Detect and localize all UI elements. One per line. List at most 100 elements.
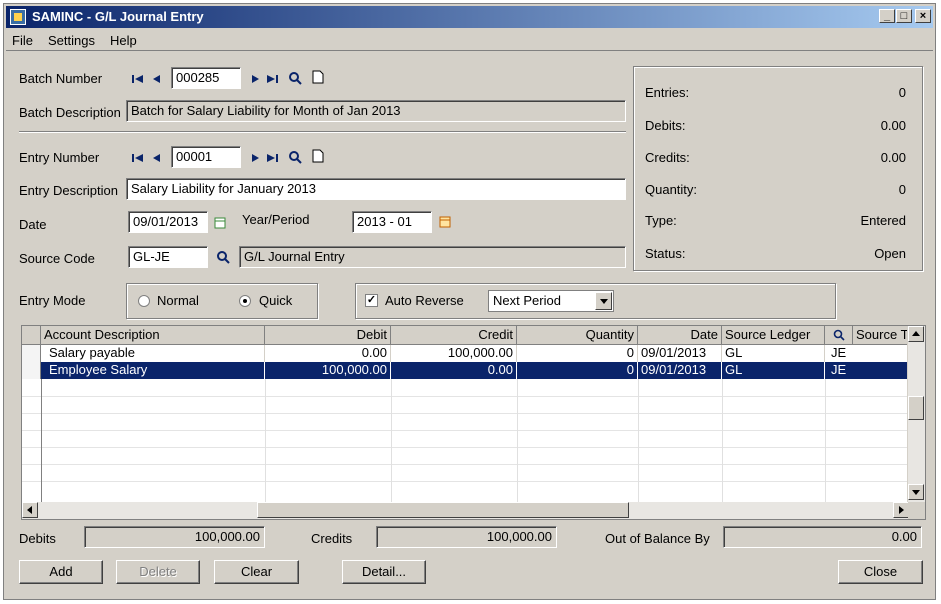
cell-ledger: GL	[722, 362, 825, 379]
quick-radio[interactable]	[239, 295, 251, 307]
last-batch-icon[interactable]	[265, 73, 279, 88]
previous-batch-icon[interactable]	[152, 73, 162, 88]
journal-details-grid[interactable]: Account Description Debit Credit Quantit…	[21, 325, 926, 520]
first-entry-icon[interactable]	[131, 152, 145, 167]
auto-reverse-checkbox[interactable]: ✓	[365, 294, 378, 307]
grid-vline	[41, 379, 42, 502]
grid-line	[22, 396, 909, 397]
grid-vline	[265, 379, 266, 502]
cell-date: 09/01/2013	[638, 345, 722, 362]
period-calendar-icon[interactable]	[439, 216, 451, 231]
row-header-corner	[22, 326, 41, 345]
entry-mode-label: Entry Mode	[19, 293, 86, 308]
type-label: Type:	[645, 213, 677, 228]
year-period-input[interactable]: 2013 - 01	[352, 211, 432, 233]
table-row[interactable]: Salary payable 0.00 100,000.00 0 09/01/2…	[22, 345, 909, 362]
calendar-icon[interactable]	[214, 217, 226, 232]
last-entry-icon[interactable]	[265, 152, 279, 167]
detail-button[interactable]: Detail...	[342, 560, 426, 584]
close-button[interactable]: Close	[838, 560, 923, 584]
scroll-up-icon[interactable]	[908, 326, 924, 342]
batch-description-field: Batch for Salary Liability for Month of …	[126, 100, 626, 122]
cell-debit: 100,000.00	[265, 362, 391, 379]
horizontal-scroll-thumb[interactable]	[257, 502, 629, 518]
total-credits-field: 100,000.00	[376, 526, 557, 548]
type-value: Entered	[860, 213, 906, 228]
entries-value: 0	[898, 85, 906, 100]
cell-date: 09/01/2013	[638, 362, 722, 379]
grid-vline	[722, 379, 723, 502]
date-input[interactable]: 09/01/2013	[128, 211, 208, 233]
menu-settings[interactable]: Settings	[48, 33, 95, 48]
scroll-right-icon[interactable]	[893, 502, 909, 518]
source-code-search-icon[interactable]	[216, 250, 230, 267]
year-period-label: Year/Period	[242, 212, 310, 227]
debits-value: 0.00	[880, 118, 906, 133]
status-label: Status:	[645, 246, 686, 261]
col-account-description[interactable]: Account Description	[41, 326, 265, 345]
credits-value: 0.00	[880, 150, 906, 165]
new-batch-icon[interactable]	[312, 70, 324, 87]
add-button[interactable]: Add	[19, 560, 103, 584]
source-code-label: Source Code	[19, 251, 95, 266]
auto-reverse-label: Auto Reverse	[385, 293, 464, 308]
status-value: Open	[874, 246, 906, 261]
entry-mode-group: Normal Quick	[126, 283, 318, 319]
maximize-icon[interactable]: □	[896, 9, 912, 23]
auto-reverse-group: ✓ Auto Reverse Next Period	[355, 283, 836, 319]
entries-label: Entries:	[645, 85, 690, 100]
source-code-input[interactable]: GL-JE	[128, 246, 208, 268]
quantity-value: 0	[898, 182, 906, 197]
reverse-period-value: Next Period	[493, 293, 561, 308]
table-row-selected[interactable]: Employee Salary 100,000.00 0.00 0 09/01/…	[22, 362, 909, 379]
col-source-type[interactable]: Source T	[853, 326, 909, 345]
scroll-down-icon[interactable]	[908, 484, 924, 500]
entry-search-icon[interactable]	[288, 150, 302, 167]
col-date[interactable]: Date	[638, 326, 722, 345]
grid-vline	[391, 379, 392, 502]
app-icon	[10, 9, 26, 25]
col-debit[interactable]: Debit	[265, 326, 391, 345]
cell-quantity: 0	[517, 345, 638, 362]
close-icon[interactable]: ×	[915, 9, 931, 23]
previous-entry-icon[interactable]	[152, 152, 162, 167]
entry-number-label: Entry Number	[19, 150, 100, 165]
entry-description-label: Entry Description	[19, 183, 118, 198]
menu-file[interactable]: File	[12, 33, 33, 48]
batch-number-input[interactable]: 000285	[171, 67, 241, 89]
quick-radio-label: Quick	[259, 293, 293, 308]
clear-button[interactable]: Clear	[214, 560, 299, 584]
window-title: SAMINC - G/L Journal Entry	[32, 9, 204, 24]
scroll-left-icon[interactable]	[22, 502, 38, 518]
entry-description-input[interactable]: Salary Liability for January 2013	[126, 178, 626, 200]
source-code-description: G/L Journal Entry	[239, 246, 626, 268]
col-source-ledger[interactable]: Source Ledger	[722, 326, 825, 345]
next-batch-icon[interactable]	[250, 73, 260, 88]
cell-credit: 0.00	[391, 362, 517, 379]
quantity-label: Quantity:	[645, 182, 698, 197]
batch-search-icon[interactable]	[288, 71, 302, 88]
col-credit[interactable]: Credit	[391, 326, 517, 345]
delete-button[interactable]: Delete	[116, 560, 200, 584]
menu-help[interactable]: Help	[110, 33, 137, 48]
cell-ledger: GL	[722, 345, 825, 362]
grid-vline	[638, 379, 639, 502]
vertical-scrollbar[interactable]	[907, 326, 925, 502]
title-bar: SAMINC - G/L Journal Entry _ □ ×	[6, 6, 933, 28]
horizontal-scrollbar[interactable]	[22, 502, 909, 519]
minimize-icon[interactable]: _	[879, 9, 895, 23]
entry-number-input[interactable]: 00001	[171, 146, 241, 168]
reverse-period-select[interactable]: Next Period	[488, 290, 614, 312]
credits-label: Credits:	[645, 150, 690, 165]
vertical-scroll-thumb[interactable]	[908, 396, 924, 420]
col-search[interactable]	[825, 326, 853, 345]
next-entry-icon[interactable]	[250, 152, 260, 167]
total-debits-field: 100,000.00	[84, 526, 265, 548]
normal-radio[interactable]	[138, 295, 150, 307]
cell-source: JE	[825, 345, 909, 362]
new-entry-icon[interactable]	[312, 149, 324, 166]
grid-line	[22, 464, 909, 465]
first-batch-icon[interactable]	[131, 73, 145, 88]
dropdown-arrow-icon[interactable]	[595, 292, 612, 310]
col-quantity[interactable]: Quantity	[517, 326, 638, 345]
